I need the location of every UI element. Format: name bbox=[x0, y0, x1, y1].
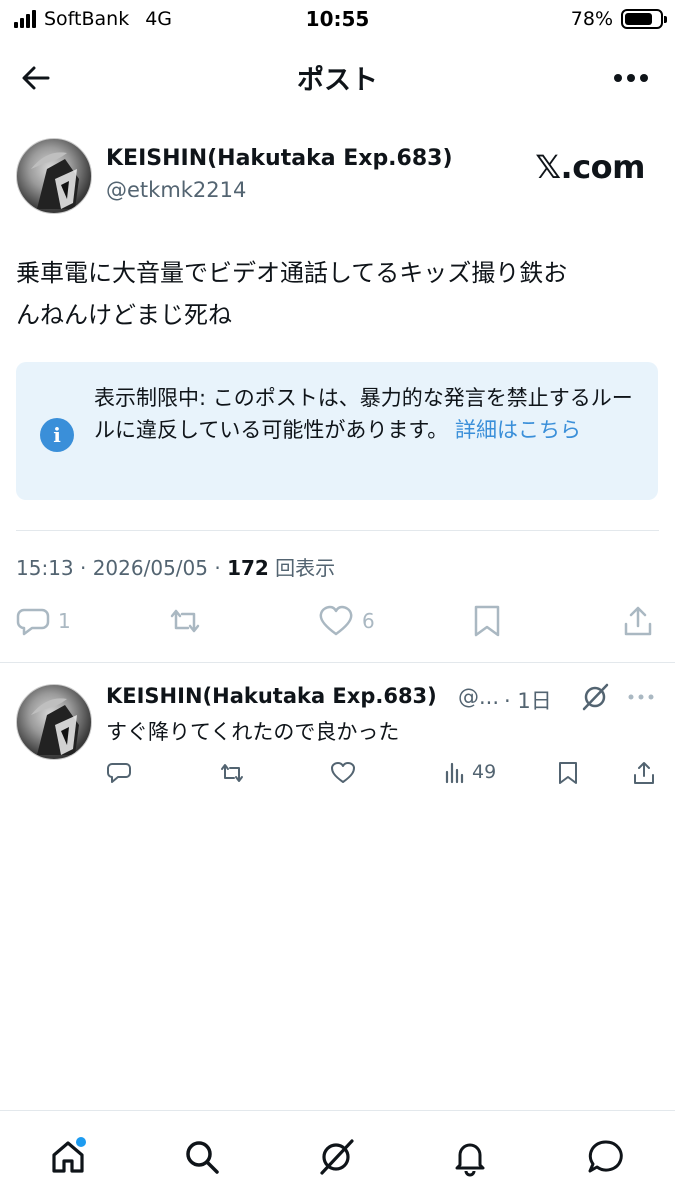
repost-icon bbox=[221, 764, 243, 782]
reply-handle[interactable]: @... bbox=[458, 685, 499, 709]
page-title: ポスト bbox=[297, 65, 378, 96]
reply-author-name[interactable]: KEISHIN(Hakutaka Exp.683) bbox=[106, 684, 437, 708]
heart-icon bbox=[331, 762, 355, 783]
grok-icon[interactable] bbox=[580, 682, 610, 716]
reply-icon bbox=[16, 608, 50, 636]
grok-icon bbox=[320, 1139, 354, 1175]
status-bar: SoftBank 4G 10:55 78% bbox=[0, 0, 675, 40]
tab-grok[interactable] bbox=[312, 1133, 360, 1181]
like-count: 6 bbox=[362, 609, 375, 633]
post-timestamp: 15:13 · 2026/05/05 · bbox=[16, 556, 228, 580]
reply-like-button[interactable] bbox=[330, 760, 356, 786]
repost-icon bbox=[170, 609, 200, 633]
post-text-line: 乗車電に大音量でビデオ通話してるキッズ撮り鉄お bbox=[16, 259, 568, 287]
reply-text: すぐ降りてくれたので良かった bbox=[106, 720, 400, 744]
author-name[interactable]: KEISHIN(Hakutaka Exp.683) bbox=[106, 146, 453, 171]
battery-icon bbox=[621, 9, 667, 29]
share-icon bbox=[624, 606, 652, 636]
views-icon bbox=[445, 762, 464, 784]
like-button[interactable]: 6 bbox=[318, 604, 375, 638]
heart-icon bbox=[319, 605, 353, 636]
nav-header: ポスト bbox=[0, 48, 675, 104]
reply-views-button[interactable]: 49 bbox=[444, 760, 496, 784]
status-right: 78% bbox=[570, 8, 667, 30]
post-text-line: んねんけどまじ死ね bbox=[16, 301, 232, 329]
share-button[interactable] bbox=[622, 604, 654, 638]
restriction-notice: i 表示制限中: このポストは、暴力的な発言を禁止するルールに違反している可能性… bbox=[16, 362, 658, 500]
details-link[interactable]: 詳細はこちら bbox=[455, 418, 581, 442]
share-icon bbox=[634, 762, 654, 784]
notification-dot bbox=[76, 1137, 86, 1147]
reply-repost-button[interactable] bbox=[218, 760, 246, 786]
reply-bookmark-button[interactable] bbox=[556, 760, 580, 786]
battery-fill bbox=[625, 13, 652, 25]
reply-share-button[interactable] bbox=[632, 760, 656, 786]
more-icon[interactable] bbox=[611, 58, 651, 98]
post-text: 乗車電に大音量でビデオ通話してるキッズ撮り鉄お んねんけどまじ死ね bbox=[16, 252, 656, 336]
author-handle[interactable]: @etkmk2214 bbox=[106, 178, 246, 202]
tab-home[interactable] bbox=[44, 1133, 92, 1181]
bookmark-icon bbox=[559, 762, 577, 784]
reply-icon bbox=[107, 763, 131, 783]
reply-time: · 1日 bbox=[504, 689, 552, 713]
notifications-icon bbox=[455, 1143, 485, 1177]
reply-count: 1 bbox=[58, 609, 71, 633]
brand-watermark: 𝕏.com bbox=[535, 148, 645, 186]
avatar[interactable] bbox=[16, 138, 92, 214]
bookmark-button[interactable] bbox=[472, 604, 502, 638]
divider bbox=[0, 662, 675, 663]
tab-bar bbox=[0, 1110, 675, 1200]
reply-reply-button[interactable] bbox=[106, 760, 132, 786]
avatar[interactable] bbox=[16, 684, 92, 760]
tab-search[interactable] bbox=[178, 1133, 226, 1181]
more-icon[interactable] bbox=[626, 682, 656, 716]
tab-messages[interactable] bbox=[582, 1133, 630, 1181]
battery-percent: 78% bbox=[570, 8, 613, 30]
reply-views-count: 49 bbox=[472, 761, 497, 783]
post-meta: 15:13 · 2026/05/05 · 172 回表示 bbox=[16, 552, 335, 581]
divider bbox=[16, 530, 659, 531]
search-icon bbox=[186, 1141, 219, 1174]
notice-text: 表示制限中: このポストは、暴力的な発言を禁止するルールに違反している可能性があ… bbox=[94, 382, 634, 446]
tab-notifications[interactable] bbox=[446, 1133, 494, 1181]
reply-button[interactable]: 1 bbox=[16, 604, 71, 638]
messages-icon bbox=[588, 1140, 623, 1173]
views-count: 172 bbox=[227, 556, 269, 580]
repost-button[interactable] bbox=[166, 604, 204, 638]
bookmark-icon bbox=[474, 605, 500, 637]
info-icon: i bbox=[40, 418, 74, 452]
views-label: 回表示 bbox=[268, 556, 336, 580]
post-actions: 1 6 bbox=[16, 604, 659, 648]
